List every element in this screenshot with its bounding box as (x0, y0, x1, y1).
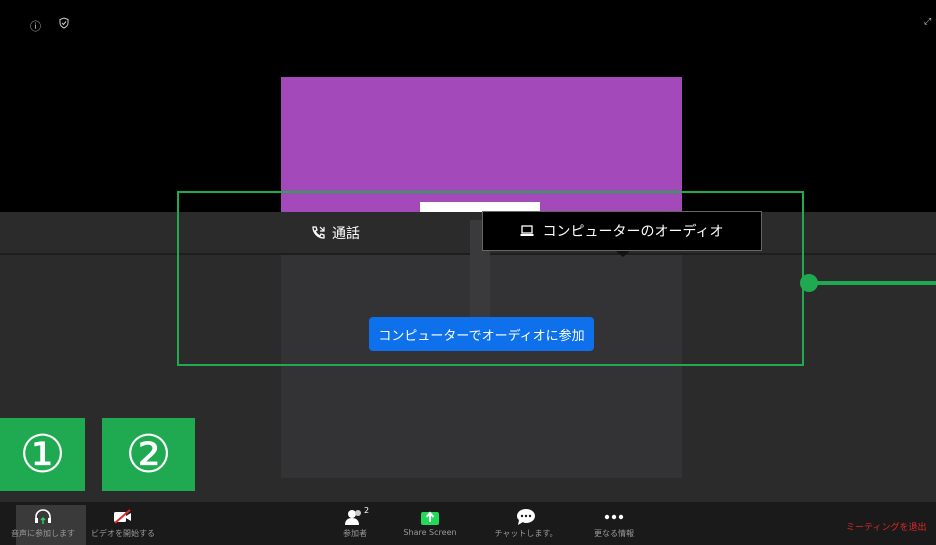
annotation-marker-2: ② (102, 418, 195, 491)
more-button[interactable]: 更なる情報 (580, 506, 648, 545)
annotation-highlight-box (177, 191, 804, 366)
share-screen-button[interactable]: Share Screen (396, 506, 464, 545)
chat-icon (517, 509, 535, 525)
join-audio-button[interactable]: 音声に参加します (0, 506, 86, 545)
annotation-marker-1: ① (0, 418, 85, 491)
start-video-button[interactable]: ビデオを開始する (84, 506, 162, 545)
participants-button[interactable]: 2 参加者 (330, 506, 380, 545)
annotation-callout-dot (800, 274, 818, 292)
more-label: 更なる情報 (594, 529, 634, 538)
video-off-icon (114, 509, 131, 524)
share-screen-label: Share Screen (403, 528, 457, 537)
start-video-label: ビデオを開始する (91, 529, 155, 538)
leave-meeting-button[interactable]: ミーティングを退出 (846, 520, 926, 533)
annotation-callout-line (809, 281, 936, 285)
shield-check-icon[interactable] (58, 17, 70, 32)
participants-icon (345, 510, 361, 525)
info-icon[interactable]: ⓘ (30, 18, 41, 34)
join-audio-label: 音声に参加します (11, 529, 75, 538)
fullscreen-icon[interactable]: ⤢ (924, 17, 931, 27)
share-screen-icon (421, 511, 439, 525)
more-dots-icon (604, 514, 624, 520)
headphones-icon (35, 509, 51, 524)
participants-label: 参加者 (343, 529, 367, 538)
chat-label: チャットします。 (494, 529, 558, 538)
chat-button[interactable]: チャットします。 (486, 506, 566, 545)
participants-count: 2 (364, 506, 370, 515)
